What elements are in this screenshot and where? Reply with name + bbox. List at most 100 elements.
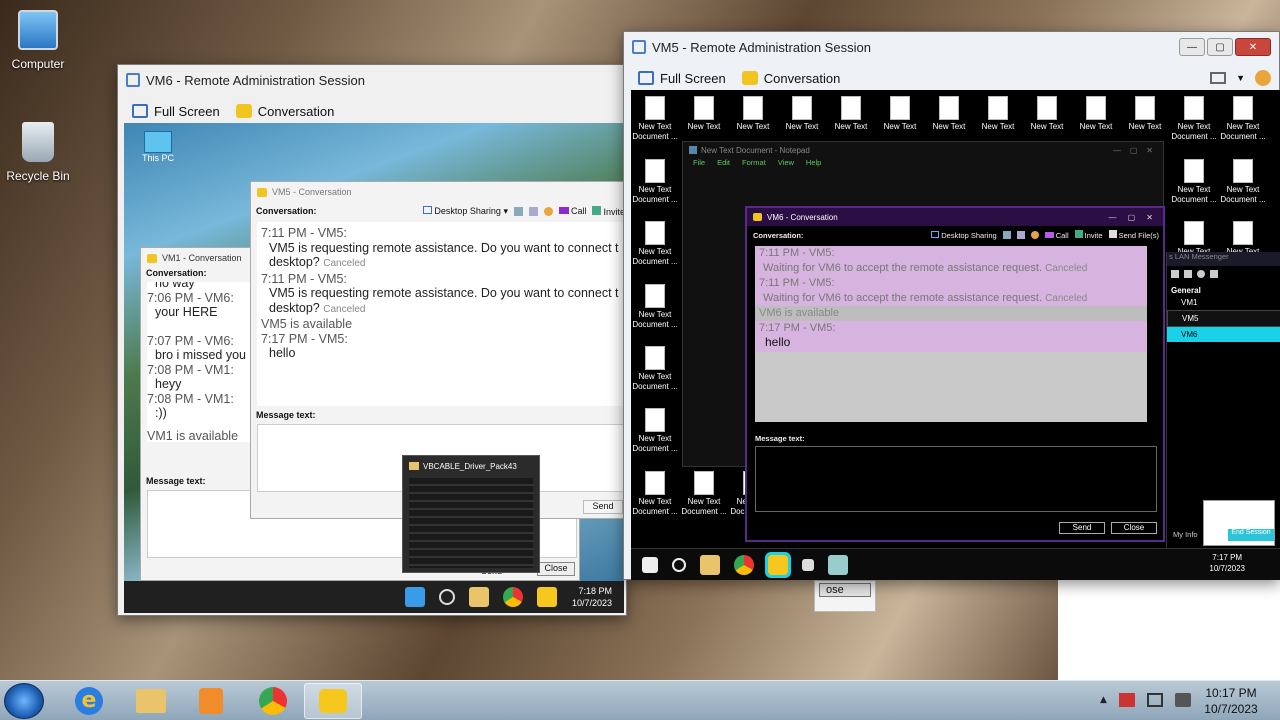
vm5-title-bar[interactable]: VM5 - Remote Administration Session — ▢ … [624, 32, 1279, 62]
lan-messenger-icon[interactable] [765, 552, 791, 578]
desktop-file-icon[interactable]: New Text [974, 96, 1022, 132]
file-icon[interactable] [528, 206, 538, 216]
conversation-button[interactable]: Conversation [741, 71, 840, 86]
vm5-conversation-history[interactable]: 7:11 PM - VM5: VM5 is requesting remote … [257, 222, 624, 406]
full-screen-button[interactable]: Full Screen [132, 104, 220, 119]
desktop-file-icon[interactable]: New Text [1072, 96, 1120, 132]
taskbar-media[interactable] [182, 683, 240, 719]
search-icon[interactable] [439, 589, 455, 605]
emoji-icon[interactable] [543, 206, 553, 216]
menu-edit[interactable]: Edit [717, 158, 730, 167]
desktop-file-icon[interactable]: New Text Document ... [631, 96, 679, 142]
host-clock[interactable]: 10:17 PM 10/7/2023 [1196, 685, 1266, 717]
desktop-file-icon[interactable]: New Text [827, 96, 875, 132]
file-icon[interactable] [1016, 231, 1025, 239]
desktop-file-icon[interactable]: New Text [876, 96, 924, 132]
taskbar-thumbnail-preview[interactable]: VBCABLE_Driver_Pack43 [402, 455, 540, 573]
taskbar-lan-messenger[interactable] [304, 683, 362, 719]
send-button[interactable]: Send [1059, 522, 1105, 534]
start-icon[interactable] [642, 557, 658, 573]
my-info-link[interactable]: My Info [1167, 530, 1198, 539]
vm6-conversation-window[interactable]: VM6 - Conversation — ▢ ✕ Conversation: D… [745, 206, 1165, 542]
desktop-file-icon[interactable]: New Text Document ... [631, 159, 679, 205]
vm6-message-input[interactable] [755, 446, 1157, 512]
chrome-icon[interactable] [734, 555, 754, 575]
user-vm1[interactable]: VM1 [1167, 295, 1280, 310]
file-explorer-icon[interactable] [469, 587, 489, 607]
minimize-button[interactable]: — [1179, 38, 1205, 56]
menu-file[interactable]: File [693, 158, 705, 167]
menu-format[interactable]: Format [742, 158, 766, 167]
close-button[interactable]: ✕ [1235, 38, 1271, 56]
close-button[interactable]: Close [1111, 522, 1157, 534]
desktop-file-icon[interactable]: New Text [729, 96, 777, 132]
shield-icon[interactable] [802, 559, 814, 571]
notepad-title-bar[interactable]: New Text Document - Notepad — ▢ ✕ [683, 142, 1163, 158]
send-button[interactable]: Send [583, 500, 623, 514]
desktop-file-icon[interactable]: New Text [925, 96, 973, 132]
desktop-file-icon[interactable]: New Text [778, 96, 826, 132]
taskbar-chrome[interactable] [244, 683, 302, 719]
desktop-file-icon[interactable]: New Text [680, 96, 728, 132]
history-icon[interactable] [1002, 231, 1011, 239]
vm6-remote-window[interactable]: VM6 - Remote Administration Session Full… [117, 64, 627, 616]
desktop-file-icon[interactable]: New Text [1121, 96, 1169, 132]
desktop-file-icon[interactable]: New Text Document ... [631, 408, 679, 454]
call-button[interactable]: Call [1044, 231, 1069, 240]
menu-view[interactable]: View [778, 158, 794, 167]
user-vm5[interactable]: VM5 [1167, 310, 1280, 327]
maximize-button[interactable]: ▢ [1207, 38, 1233, 56]
desktop-file-icon[interactable]: New Text Document ... [1219, 96, 1267, 142]
call-button[interactable]: Call [558, 206, 586, 216]
desktop-icon-this-pc[interactable]: This PC [138, 131, 178, 163]
vm6-title-bar[interactable]: VM6 - Remote Administration Session [118, 65, 626, 95]
taskbar-ie[interactable]: e [60, 683, 118, 719]
vm5-conversation-title-bar[interactable]: VM5 - Conversation [251, 182, 624, 202]
vm6-conversation-title-bar[interactable]: VM6 - Conversation — ▢ ✕ [747, 208, 1163, 226]
desktop-icon-computer[interactable]: Computer [2, 10, 74, 71]
action-center-icon[interactable] [1118, 693, 1135, 707]
invite-button[interactable]: Invite [1074, 230, 1103, 240]
start-button[interactable] [4, 683, 44, 719]
desktop-file-icon[interactable]: New Text Document ... [1219, 159, 1267, 205]
desktop-file-icon[interactable]: New Text Document ... [1170, 96, 1218, 142]
search-icon[interactable] [672, 558, 686, 572]
chrome-icon[interactable] [503, 587, 523, 607]
taskbar-explorer[interactable] [122, 683, 180, 719]
background-close-button[interactable]: ose [819, 583, 871, 597]
desktop-sharing-button[interactable]: Desktop Sharing [931, 230, 997, 240]
send-files-button[interactable]: Send File(s) [1108, 230, 1159, 240]
desktop-file-icon[interactable]: New Text Document ... [1170, 159, 1218, 205]
desktop-file-icon[interactable]: New Text Document ... [680, 471, 728, 517]
tray-arrow-icon[interactable]: ▲ [1100, 695, 1107, 705]
add-icon[interactable] [1171, 270, 1179, 278]
vm5-remote-window[interactable]: VM5 - Remote Administration Session — ▢ … [623, 31, 1280, 580]
desktop-file-icon[interactable]: New Text [1023, 96, 1071, 132]
desktop-sharing-button[interactable]: Desktop Sharing ▾ [423, 205, 508, 217]
vm5-remote-screen[interactable]: New Text Document ... New Text New Text New… [631, 90, 1280, 580]
group-general[interactable]: General [1167, 282, 1280, 295]
start-icon[interactable] [405, 587, 425, 607]
network-icon[interactable] [1146, 693, 1163, 707]
desktop-file-icon[interactable]: New Text Document ... [631, 471, 679, 517]
user-vm6[interactable]: VM6 [1167, 327, 1280, 342]
file-explorer-icon[interactable] [700, 555, 720, 575]
display-icon[interactable] [1210, 72, 1227, 84]
vm6-remote-screen[interactable]: This PC VM1 - Conversation Conversation:… [124, 123, 624, 613]
desktop-file-icon[interactable]: New Text Document ... [631, 221, 679, 267]
history-icon[interactable] [513, 206, 523, 216]
vm6-conversation-history[interactable]: 7:11 PM - VM5: Waiting for VM6 to accept… [755, 246, 1147, 422]
vm1-conversation-history[interactable]: no way 7:06 PM - VM6: your HERE 7:07 PM … [147, 282, 257, 442]
vm5-clock[interactable]: 7:17 PM 10/7/2023 [1209, 552, 1245, 574]
lan-messenger-icon[interactable] [537, 587, 557, 607]
status-icon[interactable] [1197, 270, 1205, 278]
emoji-icon[interactable] [1030, 231, 1039, 239]
desktop-file-icon[interactable]: New Text Document ... [631, 284, 679, 330]
desktop-file-icon[interactable]: New Text Document ... [631, 346, 679, 392]
file-icon[interactable] [1184, 270, 1192, 278]
chevron-down-icon[interactable]: ▼ [1236, 73, 1245, 83]
invite-button[interactable]: Invite [592, 205, 624, 217]
vm6-clock[interactable]: 7:18 PM 10/7/2023 [572, 585, 612, 609]
settings-icon[interactable] [1210, 270, 1218, 278]
close-button[interactable]: Close [537, 562, 575, 576]
